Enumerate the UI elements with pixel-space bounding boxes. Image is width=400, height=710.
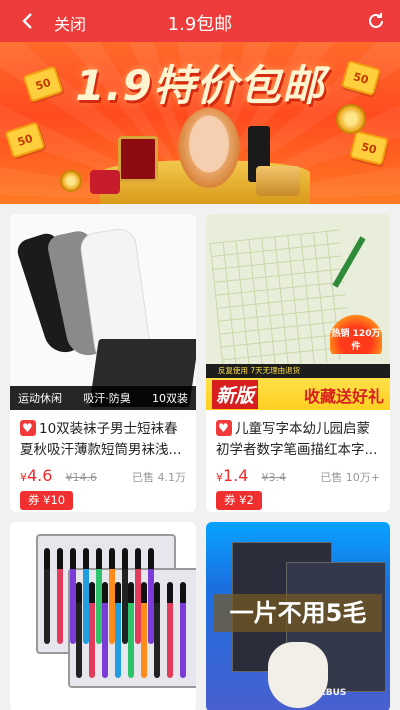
toothbrush (115, 582, 121, 678)
product-title-text: 10双装袜子男士短袜春夏秋吸汗薄款短筒男袜浅... (20, 421, 182, 458)
toothbrush (102, 582, 108, 678)
product-image: 一片不用5毛 LBUS (206, 522, 390, 710)
caption-right: 10双装 (152, 392, 188, 405)
model-face (178, 108, 240, 188)
current-price: ¥1.4 (216, 466, 248, 485)
product-image (10, 522, 196, 710)
toothbrush (154, 582, 160, 678)
currency-symbol: ¥ (216, 471, 223, 484)
original-price: ¥14.6 (65, 471, 98, 484)
original-price: ¥3.4 (261, 471, 287, 484)
toothbrush (57, 548, 63, 644)
product-card[interactable]: 一片不用5毛 LBUS (206, 522, 390, 710)
mask-slogan: 一片不用5毛 (214, 594, 382, 632)
page-title: 1.9包邮 (167, 14, 233, 35)
promo-banner[interactable]: 50 50 50 50 1.9特价包邮 (0, 42, 400, 204)
banner-title: 1.9特价包邮 (75, 61, 325, 110)
toothbrush (128, 582, 134, 678)
coin-icon (60, 170, 82, 192)
gift-bag (90, 170, 120, 194)
heart-tag-icon (20, 419, 36, 439)
product-card[interactable]: 热销 120万件 反复使用 7天无理由退货 新版 收藏送好礼 儿童写字本幼儿园启… (206, 214, 390, 512)
product-title: 儿童写字本幼儿园启蒙初学者数字笔画描红本字... (216, 419, 380, 461)
image-caption: 运动休闲 吸汗·防臭 10双装 (10, 386, 196, 410)
price-row: ¥4.6 ¥14.6 已售 4.1万 (20, 466, 186, 486)
heart-tag-icon (216, 419, 232, 439)
product-image: 运动休闲 吸汗·防臭 10双装 (10, 214, 196, 410)
currency-symbol: ¥ (20, 471, 27, 484)
product-title-text: 儿童写字本幼儿园启蒙初学者数字笔画描红本字... (216, 421, 378, 458)
refresh-button[interactable] (362, 8, 390, 34)
current-price: ¥4.6 (20, 466, 52, 485)
new-version-badge: 新版 (212, 380, 259, 409)
product-title: 10双装袜子男士短袜春夏秋吸汗薄款短筒男袜浅... (20, 419, 186, 461)
caption-left: 运动休闲 (18, 392, 62, 405)
sold-count: 已售 4.1万 (132, 471, 186, 484)
price-value: 1.4 (223, 466, 249, 485)
coupon-icon-text: 50 (359, 139, 379, 157)
price-value: 4.6 (27, 466, 53, 485)
cream-jar (256, 166, 300, 196)
mask-sheet (268, 642, 328, 708)
coupon-badge[interactable]: 券 ¥2 (216, 491, 262, 510)
perfume-bottle (118, 136, 158, 182)
coupon-icon-text: 50 (15, 131, 35, 149)
image-banner: 新版 收藏送好礼 (206, 378, 390, 410)
sold-count: 已售 10万+ (320, 471, 380, 484)
product-card[interactable] (10, 522, 196, 710)
top-nav-bar: 关闭 1.9包邮 (0, 0, 400, 42)
product-card[interactable]: 运动休闲 吸汗·防臭 10双装 10双装袜子男士短袜春夏秋吸汗薄款短筒男袜浅..… (10, 214, 196, 512)
toothbrush (76, 582, 82, 678)
toothbrush (167, 582, 173, 678)
toothbrush (89, 582, 95, 678)
price-row: ¥1.4 ¥3.4 已售 10万+ (216, 466, 380, 486)
toothbrush (44, 548, 50, 644)
hot-seller-badge: 热销 120万件 (330, 314, 382, 354)
collect-slogan: 收藏送好礼 (303, 387, 384, 406)
brand-label: LBUS (320, 688, 347, 698)
refresh-icon (369, 13, 383, 28)
coupon-badge[interactable]: 券 ¥10 (20, 491, 74, 510)
promo-strip: 反复使用 7天无理由退货 (206, 364, 390, 378)
toothbrush (141, 582, 147, 678)
caption-mid: 吸汗·防臭 (83, 392, 131, 405)
product-image: 热销 120万件 反复使用 7天无理由退货 新版 收藏送好礼 (206, 214, 390, 410)
toothbrush (180, 582, 186, 678)
